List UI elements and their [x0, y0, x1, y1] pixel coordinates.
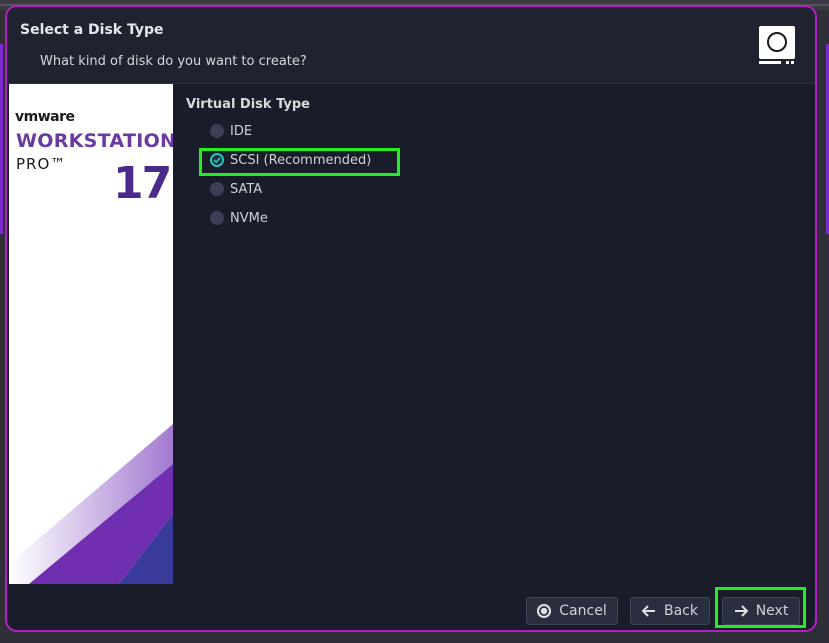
- radio-button[interactable]: [210, 124, 224, 138]
- check-icon: [213, 157, 221, 164]
- disk-type-group-label: Virtual Disk Type: [186, 97, 311, 112]
- product-edition: PRO™: [16, 155, 67, 173]
- next-button-label: Next: [755, 603, 789, 619]
- back-button[interactable]: Back: [630, 597, 710, 625]
- radio-button-checked[interactable]: [210, 153, 224, 167]
- radio-nvme[interactable]: NVMe: [210, 208, 268, 228]
- arrow-left-icon: [642, 605, 655, 617]
- radio-sata[interactable]: SATA: [210, 179, 262, 199]
- disk-icon: [759, 26, 795, 66]
- radio-label: IDE: [230, 123, 253, 139]
- next-button[interactable]: Next: [722, 597, 800, 625]
- radio-ide[interactable]: IDE: [210, 121, 252, 141]
- vmware-logo: vmware: [15, 109, 75, 125]
- product-name: WORKSTATION: [16, 130, 173, 152]
- radio-scsi[interactable]: SCSI (Recommended): [210, 150, 371, 170]
- background-accent-left: [0, 44, 3, 234]
- page-subtitle: What kind of disk do you want to create?: [40, 54, 307, 69]
- radio-label: SCSI (Recommended): [230, 152, 372, 168]
- radio-button[interactable]: [210, 182, 224, 196]
- cancel-icon: [537, 604, 552, 618]
- cancel-button-label: Cancel: [559, 603, 607, 619]
- radio-label: NVMe: [230, 210, 268, 226]
- dialog-header: Select a Disk Type What kind of disk do …: [7, 7, 815, 83]
- new-vm-wizard-dialog: Select a Disk Type What kind of disk do …: [5, 5, 817, 632]
- radio-label: SATA: [230, 181, 263, 197]
- vmware-banner: vmware WORKSTATION PRO™ 17: [9, 84, 173, 584]
- radio-button[interactable]: [210, 211, 224, 225]
- product-version: 17: [113, 158, 172, 209]
- back-button-label: Back: [664, 603, 698, 619]
- arrow-right-icon: [734, 605, 748, 617]
- cancel-button[interactable]: Cancel: [526, 597, 618, 625]
- page-title: Select a Disk Type: [20, 22, 164, 38]
